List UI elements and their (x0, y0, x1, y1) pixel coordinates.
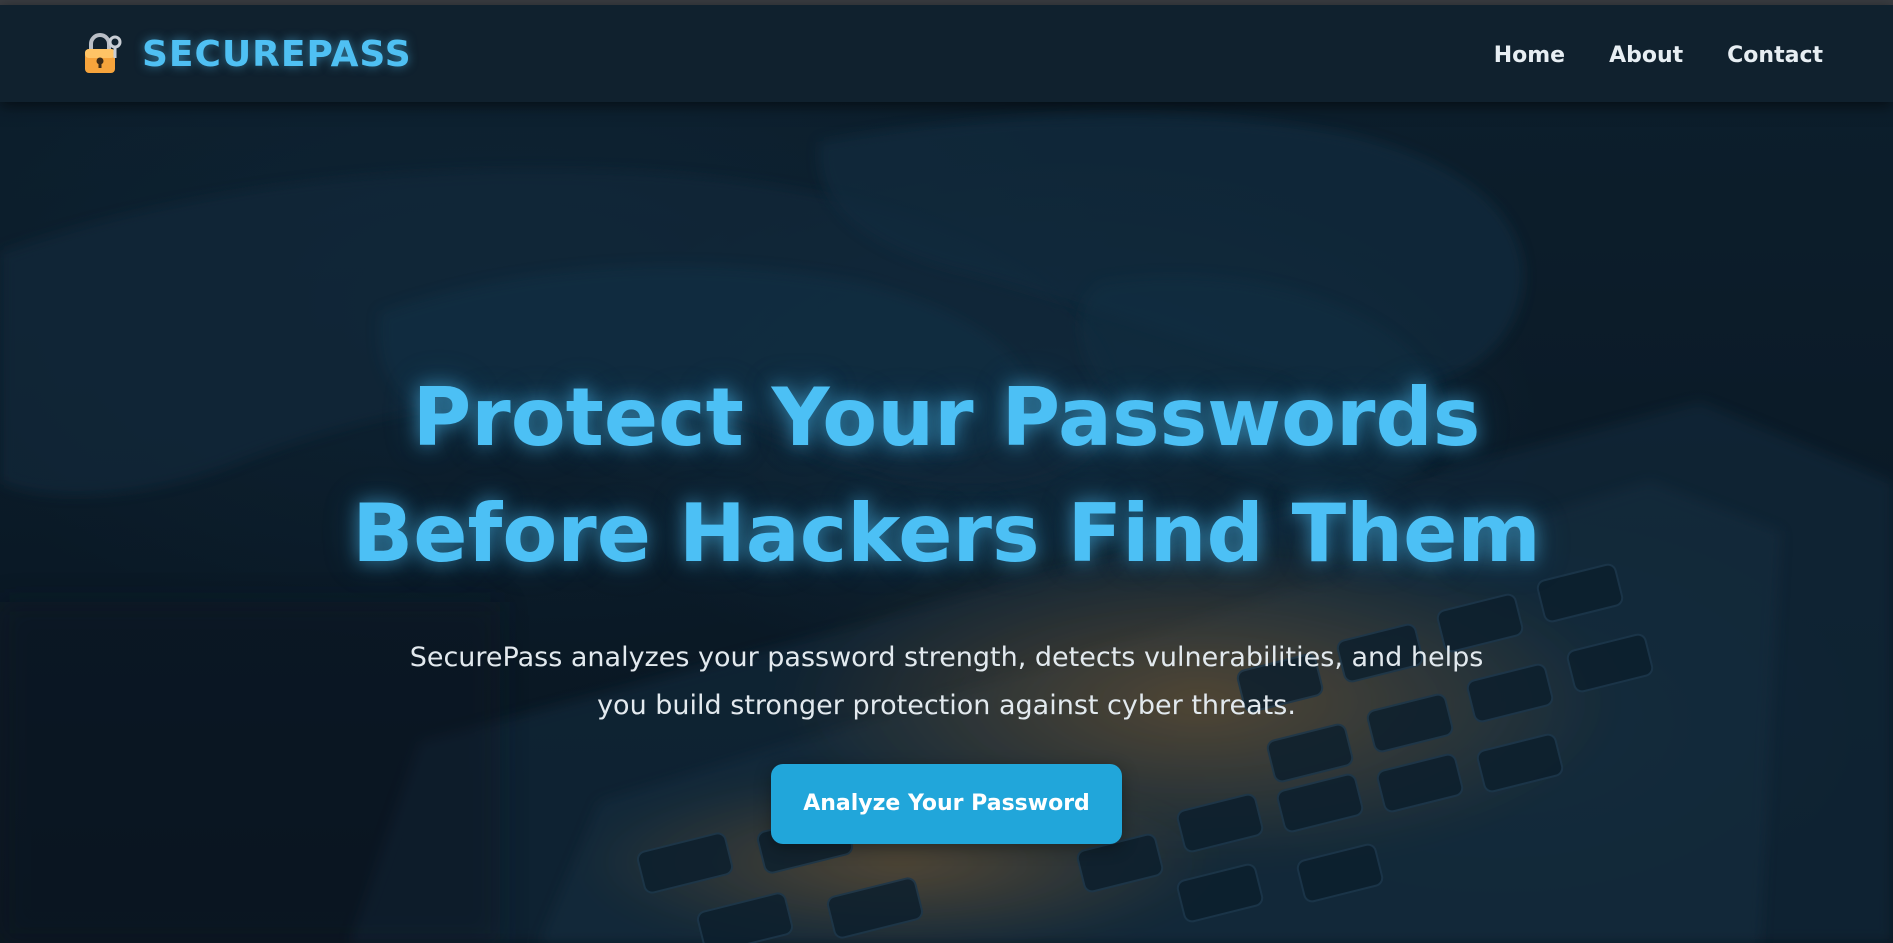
hero-section: Protect Your Passwords Before Hackers Fi… (0, 102, 1893, 943)
analyze-password-button[interactable]: Analyze Your Password (771, 764, 1122, 844)
nav-menu: Home About Contact (1450, 43, 1823, 68)
nav-item-about[interactable]: About (1609, 43, 1683, 68)
hero-headline-line2: Before Hackers Find Them (352, 487, 1541, 580)
nav-item-home[interactable]: Home (1494, 43, 1565, 68)
hero-subtitle: SecurePass analyzes your password streng… (409, 642, 1484, 721)
locked-with-key-icon (82, 33, 122, 75)
hero-headline: Protect Your Passwords Before Hackers Fi… (0, 360, 1893, 592)
hero-headline-line1: Protect Your Passwords (412, 371, 1481, 464)
brand-logo[interactable]: SECUREPASS (82, 33, 412, 75)
brand-name: SECUREPASS (142, 33, 412, 75)
hero-content: Protect Your Passwords Before Hackers Fi… (0, 360, 1893, 844)
navbar: SECUREPASS Home About Contact (0, 5, 1893, 102)
nav-item-contact[interactable]: Contact (1727, 43, 1823, 68)
